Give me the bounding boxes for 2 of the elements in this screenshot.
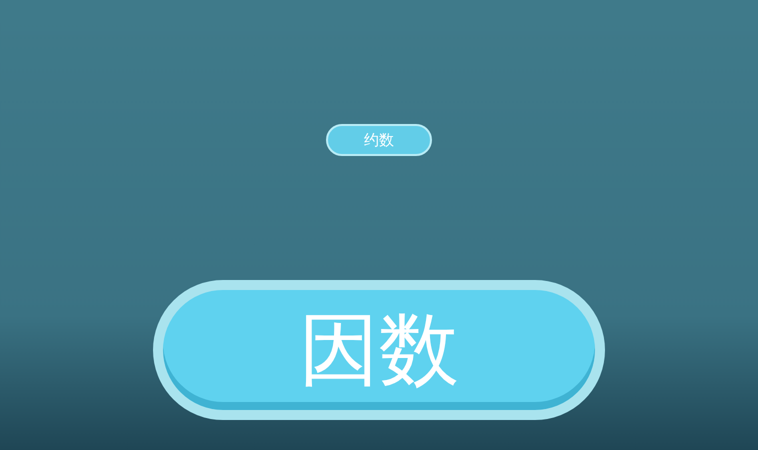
word-button[interactable]: 约数 xyxy=(326,124,432,156)
word-button[interactable]: 因数 xyxy=(153,280,605,420)
